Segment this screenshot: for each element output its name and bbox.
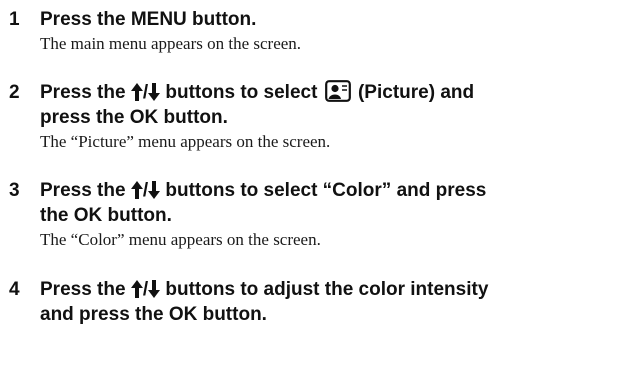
step-title: Press the MENU button. [40,9,257,30]
step-title: Press the / buttons to adjust the color … [40,277,621,327]
step-body: Press the MENU button. The main menu app… [40,7,621,55]
step-title-text: buttons to adjust the color intensity [165,279,489,300]
step-description: The “Picture” menu appears on the screen… [40,132,331,151]
instruction-list: 1 Press the MENU button. The main menu a… [9,7,621,327]
step-description: The “Color” menu appears on the screen. [40,230,321,249]
step-4: 4 Press the / buttons to adjust the colo… [9,277,621,327]
step-title-text: the OK button. [40,205,172,226]
down-arrow-icon [148,280,161,298]
step-description: The main menu appears on the screen. [40,34,302,53]
step-number: 3 [9,180,20,201]
step-body: Press the / buttons to select “Color” an… [40,178,621,251]
step-title-text: and press the OK button. [40,304,267,325]
down-arrow-icon [148,181,161,199]
step-title-text: buttons to select “Color” and press [165,180,487,201]
step-number: 1 [9,9,20,30]
step-title: Press the / buttons to select “Color” an… [40,178,621,228]
step-number: 2 [9,82,20,103]
step-body: Press the / buttons to adjust the color … [40,277,621,327]
down-arrow-icon [148,83,161,101]
step-3: 3 Press the / buttons to select “Color” … [9,178,621,251]
step-title-text: Press the [40,180,126,201]
step-title-text: press the OK button. [40,107,228,128]
step-2: 2 Press the / buttons to select (Picture… [9,80,621,153]
step-title-text: Press the [40,279,126,300]
picture-icon [324,80,351,102]
step-number: 4 [9,279,20,300]
step-1: 1 Press the MENU button. The main menu a… [9,7,621,55]
step-title-text: buttons to select [165,82,318,103]
up-arrow-icon [130,181,143,199]
up-arrow-icon [130,83,143,101]
step-body: Press the / buttons to select (Picture) … [40,80,621,153]
step-title: Press the / buttons to select (Picture) … [40,80,621,130]
step-title-text: Press the [40,82,126,103]
step-title-text: (Picture) and [357,82,475,103]
up-arrow-icon [130,280,143,298]
